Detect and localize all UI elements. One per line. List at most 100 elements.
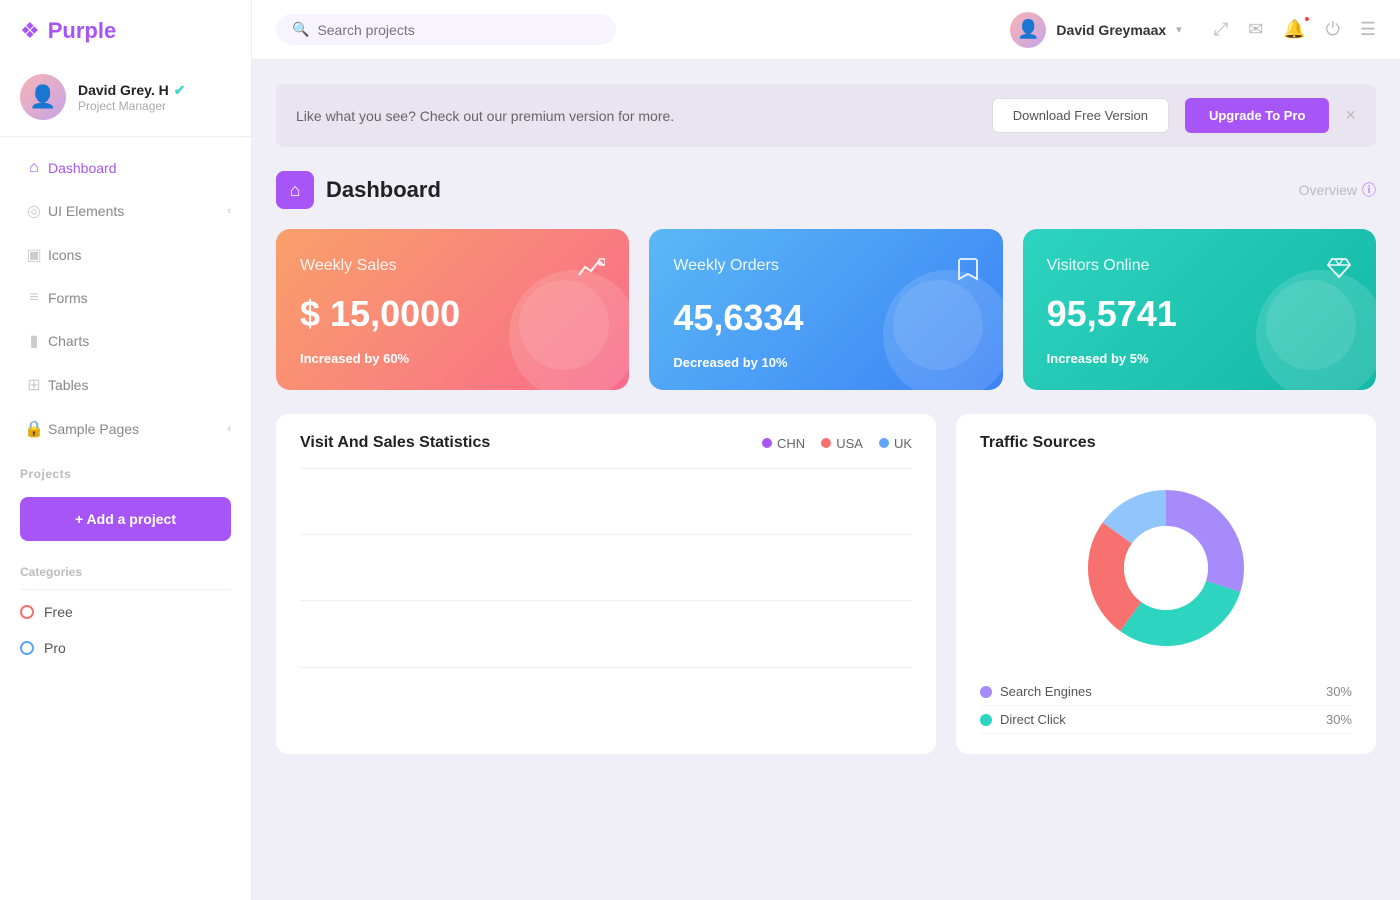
sidebar-item-tables[interactable]: ⊞ Tables [0,363,251,407]
sidebar-item-label: Sample Pages [48,421,227,437]
sidebar-item-label: Tables [48,377,231,393]
grid-icon: ▣ [20,245,48,265]
traffic-search-engines: Search Engines 30% [980,678,1352,706]
chart-legend: CHN USA UK [762,436,912,451]
sidebar-item-dashboard[interactable]: ⌂ Dashboard [0,147,251,189]
menu-icon[interactable]: ☰ [1360,19,1376,40]
visitors-change: Increased by 5% [1047,351,1352,366]
sidebar-item-label: Charts [48,333,231,349]
user-name: David Grey. H ✔ [78,82,231,99]
topbar-user[interactable]: 👤 David Greymaax ▾ [1010,12,1181,48]
user-info: David Grey. H ✔ Project Manager [78,82,231,113]
table-icon: ⊞ [20,375,48,395]
sidebar-nav: ⌂ Dashboard ◎ UI Elements ‹ ▣ Icons ≡ Fo… [0,137,251,900]
sidebar-item-charts[interactable]: ▮ Charts [0,319,251,363]
trend-icon [577,257,605,285]
topbar-username: David Greymaax [1056,22,1166,38]
weekly-sales-change: Increased by 60% [300,351,605,366]
sidebar-item-icons[interactable]: ▣ Icons [0,233,251,277]
legend-dot-blue [879,438,889,448]
sidebar-item-sample-pages[interactable]: 🔒 Sample Pages ‹ [0,407,251,451]
legend-usa: USA [821,436,863,451]
sidebar-item-label: Icons [48,247,231,263]
stat-card-weekly-sales: Weekly Sales $ 15,0000 Increased by 60% [276,229,629,390]
diamond-icon [1326,257,1352,285]
category-label: Free [44,604,73,620]
overview-label: Overview ⓘ [1299,180,1376,200]
topbar-avatar: 👤 [1010,12,1046,48]
traffic-sources-card: Traffic Sources [956,414,1376,754]
dashboard-header: ⌂ Dashboard Overview ⓘ [276,171,1376,209]
chevron-down-icon: ▾ [1176,23,1182,36]
stats-grid: Weekly Sales $ 15,0000 Increased by 60% … [276,229,1376,390]
sidebar-logo: ❖ Purple [0,0,251,62]
lock-icon: 🔒 [20,419,48,439]
visitors-value: 95,5741 [1047,293,1352,335]
projects-section-label: Projects [0,451,251,487]
traffic-chart-title: Traffic Sources [980,434,1096,452]
free-circle-icon [20,605,34,619]
donut-chart [1076,478,1256,658]
notification-badge [1303,15,1311,23]
topbar-icons: ⤢ ✉ 🔔 ⏻ ☰ [1214,19,1376,40]
sidebar-item-ui-elements[interactable]: ◎ UI Elements ‹ [0,189,251,233]
traffic-chart-header: Traffic Sources [980,434,1352,452]
banner-text: Like what you see? Check out our premium… [296,108,976,124]
search-box[interactable]: 🔍 [276,14,616,45]
visit-stats-card: Visit And Sales Statistics CHN USA UK [276,414,936,754]
promo-banner: Like what you see? Check out our premium… [276,84,1376,147]
list-icon: ≡ [20,289,48,307]
sidebar-item-label: UI Elements [48,203,227,219]
pro-circle-icon [20,641,34,655]
bookmark-icon [957,257,979,289]
legend-dot-purple [762,438,772,448]
charts-row: Visit And Sales Statistics CHN USA UK [276,414,1376,754]
topbar: 🔍 👤 David Greymaax ▾ ⤢ ✉ 🔔 ⏻ ☰ [252,0,1400,60]
content-area: Like what you see? Check out our premium… [252,60,1400,900]
download-free-button[interactable]: Download Free Version [992,98,1169,133]
legend-dot-coral [821,438,831,448]
search-input[interactable] [317,22,600,38]
sidebar-item-label: Forms [48,290,231,306]
power-icon[interactable]: ⏻ [1326,19,1340,40]
search-icon: 🔍 [292,21,309,38]
donut-container: Search Engines 30% Direct Click 30% [980,468,1352,734]
category-free[interactable]: Free [0,594,251,630]
dashboard-icon-box: ⌂ [276,171,314,209]
chart-title: Visit And Sales Statistics [300,434,490,452]
sidebar-user: 👤 David Grey. H ✔ Project Manager [0,62,251,137]
category-label: Pro [44,640,66,656]
mail-icon[interactable]: ✉ [1248,19,1263,40]
bell-icon[interactable]: 🔔 [1283,19,1305,40]
legend-uk: UK [879,436,912,451]
home-icon: ⌂ [290,180,301,201]
bar-chart-icon: ▮ [20,331,48,351]
traffic-legend: Search Engines 30% Direct Click 30% [980,678,1352,734]
sidebar-item-forms[interactable]: ≡ Forms [0,277,251,319]
search-engines-dot [980,686,992,698]
upgrade-pro-button[interactable]: Upgrade To Pro [1185,98,1330,133]
add-project-button[interactable]: + Add a project [20,497,231,541]
chevron-left-icon: ‹ [227,205,231,217]
categories-section-label: Categories [0,551,251,585]
page-title: Dashboard [326,177,441,203]
main-area: 🔍 👤 David Greymaax ▾ ⤢ ✉ 🔔 ⏻ ☰ Like what… [252,0,1400,900]
chart-header: Visit And Sales Statistics CHN USA UK [300,434,912,452]
weekly-sales-value: $ 15,0000 [300,293,605,335]
weekly-orders-value: 45,6334 [673,297,978,339]
weekly-orders-label: Weekly Orders [673,257,779,275]
legend-chn: CHN [762,436,805,451]
category-pro[interactable]: Pro [0,630,251,666]
chevron-left-icon: ‹ [227,423,231,435]
stat-card-visitors-online: Visitors Online 95,5741 Increased by 5% [1023,229,1376,390]
stat-card-weekly-orders: Weekly Orders 45,6334 Decreased by 10% [649,229,1002,390]
sidebar: ❖ Purple 👤 David Grey. H ✔ Project Manag… [0,0,252,900]
home-icon: ⌂ [20,159,48,177]
avatar: 👤 [20,74,66,120]
fullscreen-icon[interactable]: ⤢ [1214,19,1228,40]
traffic-direct-click: Direct Click 30% [980,706,1352,734]
direct-click-dot [980,714,992,726]
user-check-icon: ✔ [174,82,186,99]
bar-chart [300,468,912,668]
close-banner-button[interactable]: × [1345,105,1356,126]
